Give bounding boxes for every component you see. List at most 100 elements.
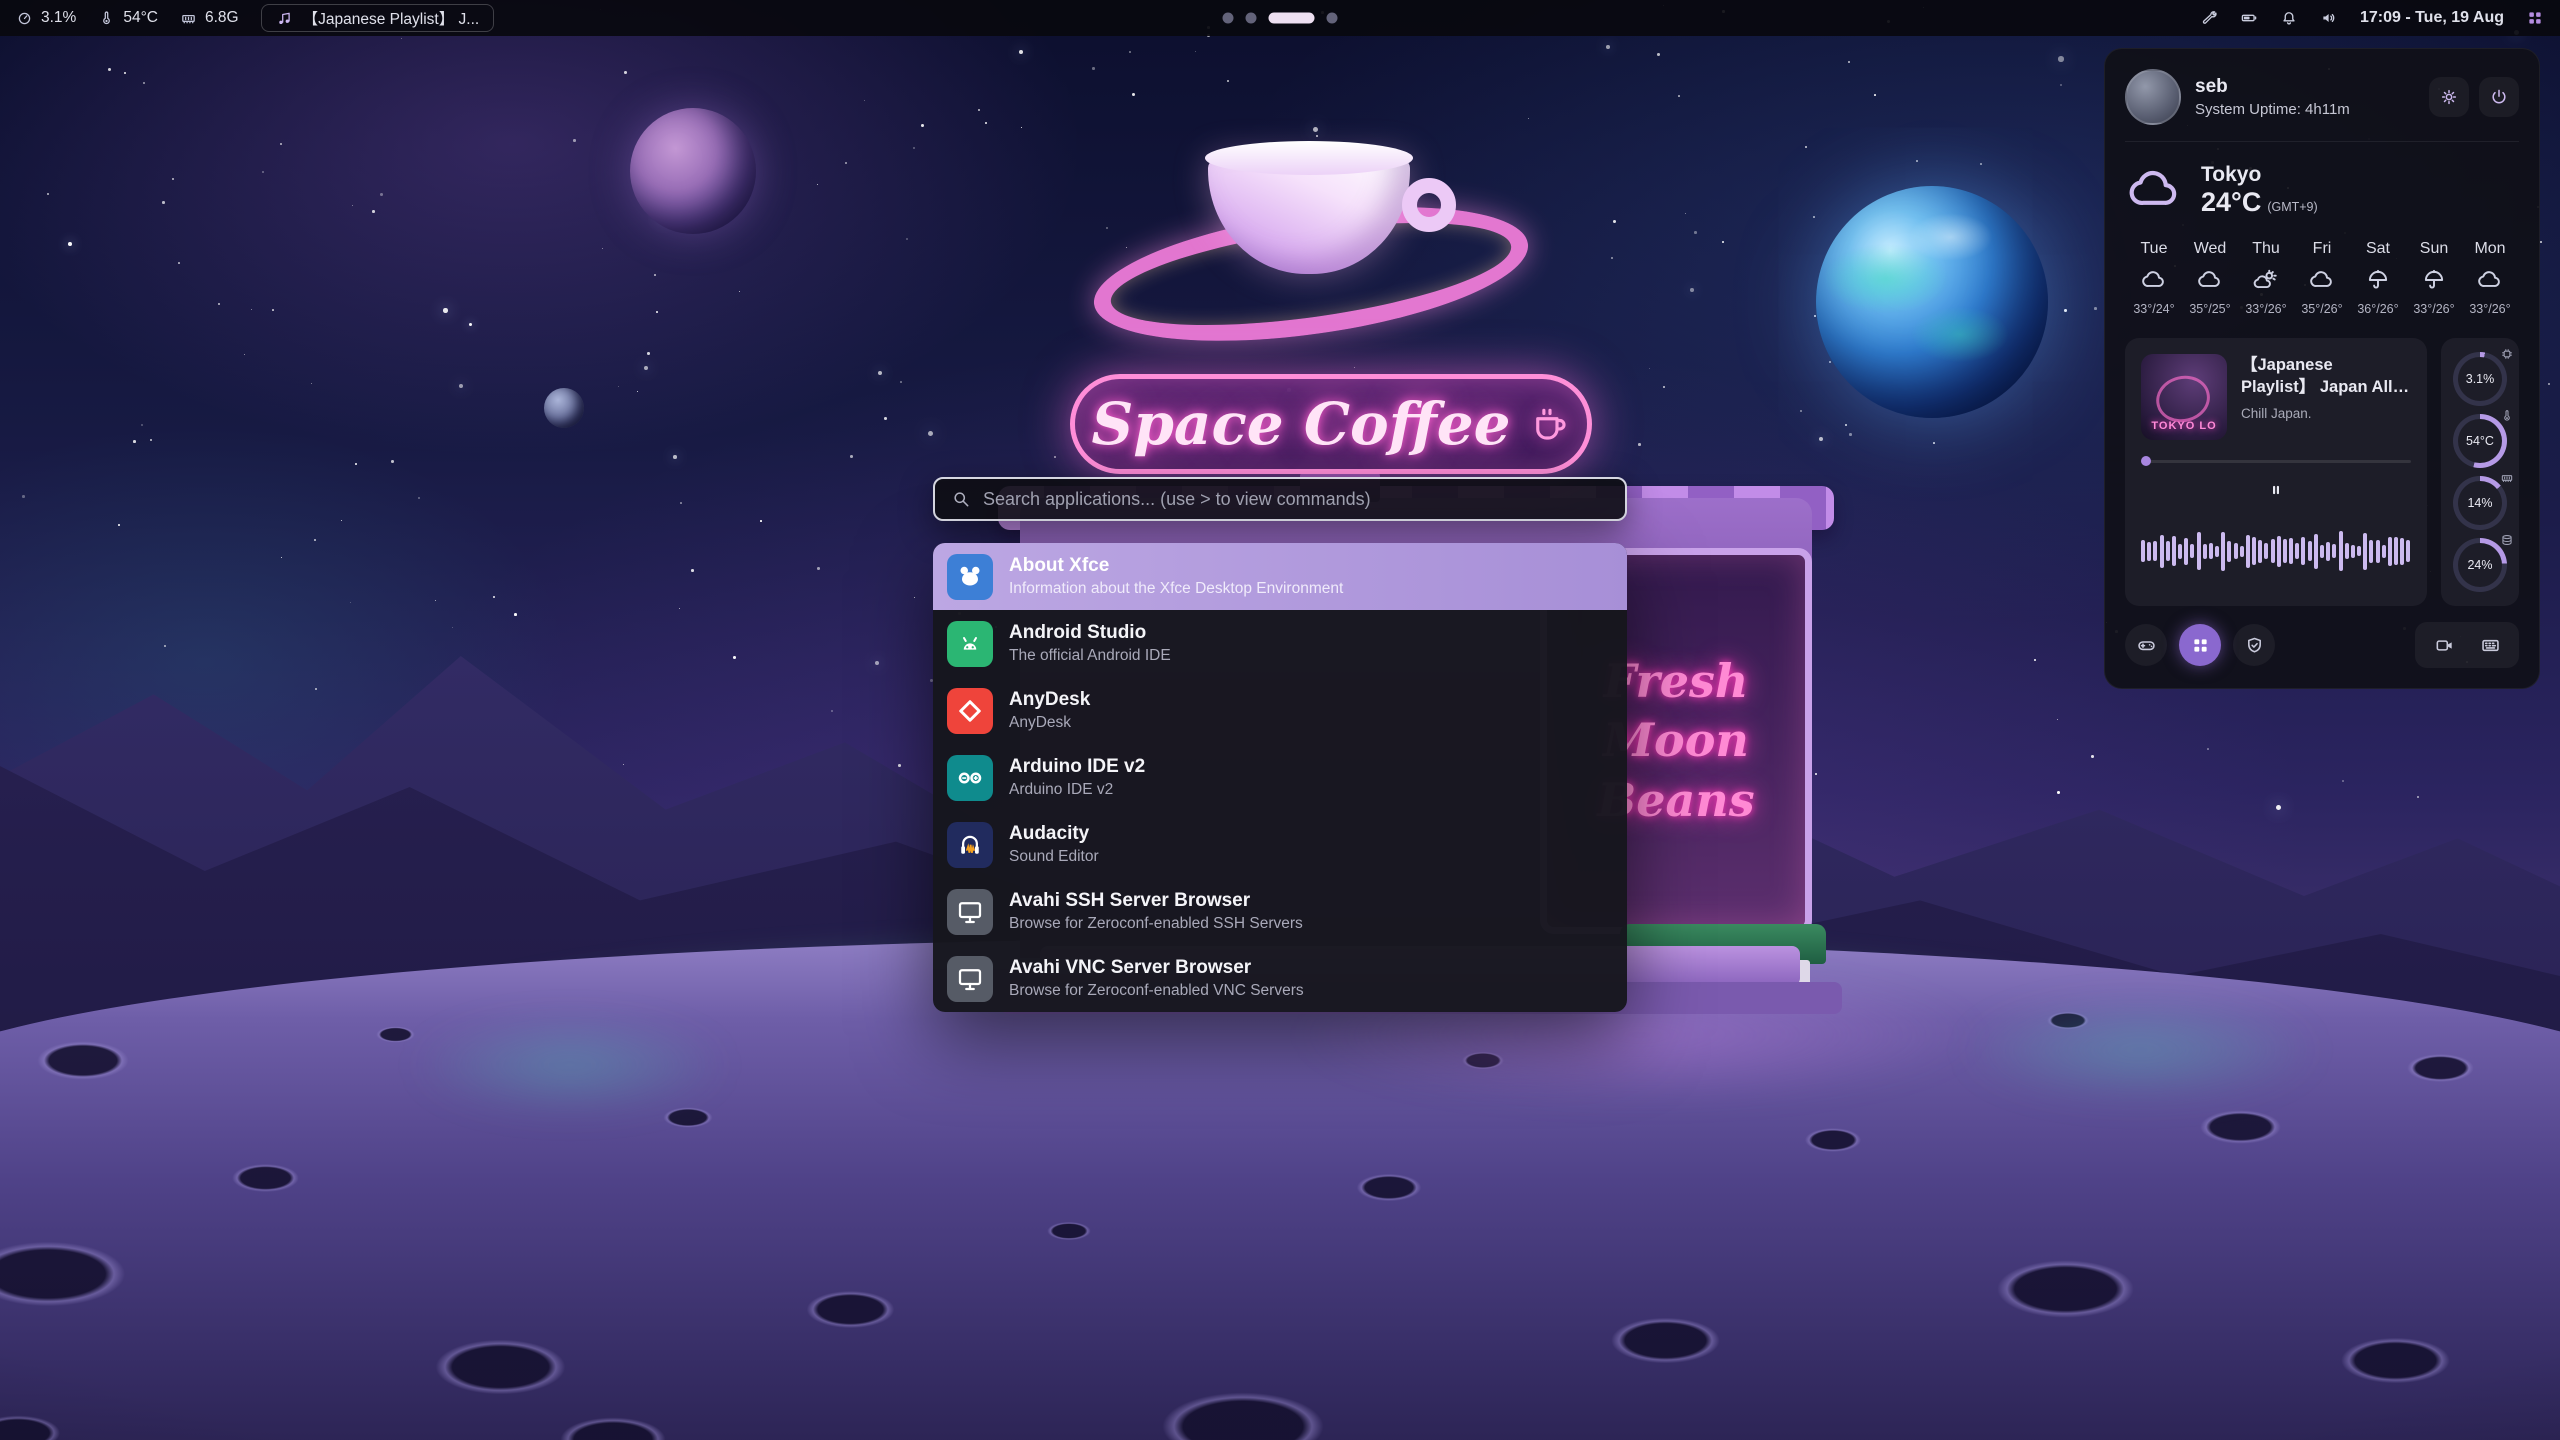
app-item-avahi-ssh-server-browser[interactable]: Avahi SSH Server Browser Browse for Zeroc…	[933, 878, 1627, 945]
search-input[interactable]	[983, 489, 1609, 510]
forecast-day-label: Sun	[2420, 240, 2448, 258]
keyboard-icon	[2480, 635, 2501, 656]
workspace-indicator	[1223, 13, 1338, 24]
app-item-text: AnyDesk AnyDesk	[1009, 689, 1090, 733]
disk-icon	[2500, 533, 2514, 547]
app-item-avahi-vnc-server-browser[interactable]: Avahi VNC Server BrowserBrowse for Zeroc…	[933, 945, 1627, 1012]
wrench-icon	[2200, 9, 2218, 27]
memory-icon	[180, 10, 197, 27]
app-item-title: Avahi SSH Server Browser	[1009, 890, 1303, 913]
app-item-description: Sound Editor	[1009, 848, 1099, 866]
temperature-value: 54°C	[123, 9, 158, 27]
app-item-text: Android Studio The official Android IDE	[1009, 622, 1171, 666]
avahi-icon	[947, 956, 993, 1002]
workspace-2[interactable]	[1246, 13, 1257, 24]
gauge-value: 54°C	[2453, 414, 2507, 468]
avahi-icon	[947, 889, 993, 935]
cloud-icon	[2309, 267, 2335, 293]
search-icon	[951, 489, 971, 509]
app-item-title: Android Studio	[1009, 622, 1171, 645]
album-art: TOKYO LO	[2141, 354, 2227, 440]
android-studio-icon	[947, 621, 993, 667]
arduino-icon	[947, 755, 993, 801]
app-grid-button[interactable]	[2526, 9, 2544, 27]
workspace-3[interactable]	[1269, 13, 1315, 24]
app-item-anydesk[interactable]: AnyDesk AnyDesk	[933, 677, 1627, 744]
forecast-day-label: Mon	[2474, 240, 2505, 258]
power-button[interactable]	[2479, 77, 2519, 117]
thermometer-icon	[98, 10, 115, 27]
forecast-day-sat: Sat36°/26°	[2351, 240, 2405, 316]
media-title: 【Japanese Playlist】 Japan All Night - To…	[2241, 354, 2411, 399]
thermo-icon	[2500, 409, 2514, 423]
gear-icon	[2439, 87, 2459, 107]
grid-icon	[2526, 9, 2544, 27]
battery-tray-icon[interactable]	[2240, 9, 2258, 27]
forecast-day-sun: Sun 33°/26°	[2407, 240, 2461, 316]
app-item-description: Browse for Zeroconf-enabled SSH Servers	[1009, 915, 1303, 933]
umbrella-icon	[2421, 267, 2447, 293]
cpu-gauge-icon	[16, 10, 33, 27]
app-item-text: Arduino IDE v2Arduino IDE v2	[1009, 756, 1145, 800]
screenshot-button[interactable]	[2471, 626, 2509, 664]
forecast-day-fri: Fri35°/26°	[2295, 240, 2349, 316]
forecast-temps: 33°/24°	[2133, 302, 2174, 316]
launcher-search-bar[interactable]	[933, 477, 1627, 521]
cloud-icon	[2197, 267, 2223, 293]
media-progress-bar[interactable]	[2141, 456, 2411, 466]
divider	[2125, 141, 2519, 142]
pause-icon	[2266, 480, 2286, 500]
app-item-audacity[interactable]: Audacity Sound Editor	[933, 811, 1627, 878]
app-item-arduino-ide-v2[interactable]: Arduino IDE v2Arduino IDE v2	[933, 744, 1627, 811]
workspace-4[interactable]	[1327, 13, 1338, 24]
pause-button[interactable]	[2253, 474, 2299, 506]
gamepad-button[interactable]	[2125, 624, 2167, 666]
app-item-description: AnyDesk	[1009, 714, 1090, 732]
app-item-title: About Xfce	[1009, 555, 1343, 578]
shield-button[interactable]	[2233, 624, 2275, 666]
forecast-day-tue: Tue33°/24°	[2127, 240, 2181, 316]
memory-value: 6.8G	[205, 9, 239, 27]
disk-gauge: 24%	[2453, 538, 2507, 592]
settings-button[interactable]	[2429, 77, 2469, 117]
app-item-text: Avahi VNC Server BrowserBrowse for Zeroc…	[1009, 957, 1304, 1001]
cpu-gauge: 3.1%	[2453, 352, 2507, 406]
forecast-day-mon: Mon33°/26°	[2463, 240, 2517, 316]
gauge-value: 3.1%	[2453, 352, 2507, 406]
gauge-column: 3.1%54°C14%24%	[2441, 338, 2519, 606]
weather-timezone: (GMT+9)	[2267, 200, 2317, 214]
memory-module: 6.8G	[180, 9, 239, 27]
workspace-1[interactable]	[1223, 13, 1234, 24]
topbar-media-module[interactable]: 【Japanese Playlist】 J...	[261, 4, 495, 32]
album-art-label: TOKYO LO	[2151, 420, 2216, 432]
capture-group	[2415, 622, 2519, 668]
ram-icon	[2500, 471, 2514, 485]
topbar-media-label: 【Japanese Playlist】 J...	[303, 7, 480, 29]
cloud-icon	[2127, 162, 2183, 218]
apps-button[interactable]	[2179, 624, 2221, 666]
forecast-temps: 35°/26°	[2301, 302, 2342, 316]
shield-icon	[2244, 635, 2265, 656]
cloud-icon	[2141, 267, 2167, 293]
temperature-module: 54°C	[98, 9, 158, 27]
user-card: seb System Uptime: 4h11m	[2125, 69, 2519, 125]
app-launcher: About XfceInformation about the Xfce Des…	[933, 477, 1627, 1012]
clock[interactable]: 17:09 - Tue, 19 Aug	[2360, 9, 2504, 27]
app-item-about-xfce[interactable]: About XfceInformation about the Xfce Des…	[933, 543, 1627, 610]
app-item-description: The official Android IDE	[1009, 647, 1171, 665]
forecast-temps: 33°/26°	[2413, 302, 2454, 316]
cpu-usage-module: 3.1%	[16, 9, 76, 27]
notifications-tray-icon[interactable]	[2280, 9, 2298, 27]
umbrella-icon	[2365, 267, 2391, 293]
music-note-icon	[276, 10, 293, 27]
app-item-title: AnyDesk	[1009, 689, 1090, 712]
quick-actions-dock	[2125, 622, 2519, 668]
app-item-title: Audacity	[1009, 823, 1099, 846]
screen-record-button[interactable]	[2425, 626, 2463, 664]
app-item-title: Avahi VNC Server Browser	[1009, 957, 1304, 980]
app-item-android-studio[interactable]: Android Studio The official Android IDE	[933, 610, 1627, 677]
progress-thumb[interactable]	[2141, 456, 2151, 466]
tools-tray-icon[interactable]	[2200, 9, 2218, 27]
app-item-text: Avahi SSH Server Browser Browse for Zeroc…	[1009, 890, 1303, 934]
volume-tray-icon[interactable]	[2320, 9, 2338, 27]
